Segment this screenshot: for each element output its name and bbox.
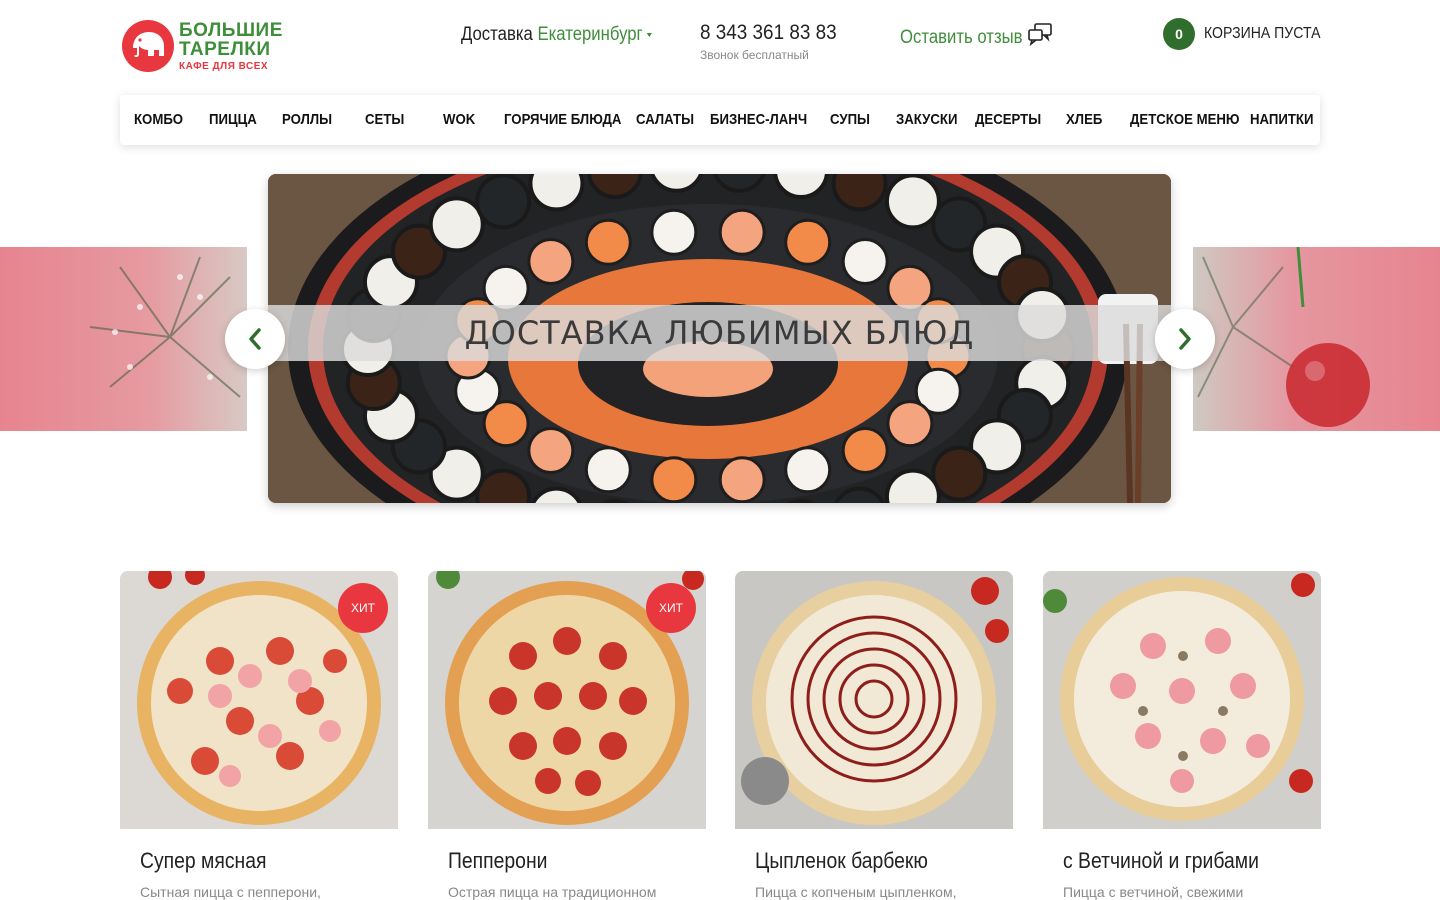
- cart-button[interactable]: 0 КОРЗИНА ПУСТА: [1163, 18, 1320, 50]
- nav-item-hot-dishes[interactable]: ГОРЯЧИЕ БЛЮДА: [504, 95, 621, 145]
- logo-title-line2: ТАРЕЛКИ: [179, 38, 271, 60]
- nav-item-soups[interactable]: СУПЫ: [830, 95, 870, 145]
- elephant-icon: [122, 20, 174, 72]
- product-description: Острая пицца на традиционном: [448, 884, 657, 900]
- delivery-city[interactable]: Екатеринбург: [537, 24, 642, 45]
- product-image[interactable]: [735, 571, 1013, 829]
- product-card[interactable]: ХИТ Супер мясная Сытная пицца с пепперон…: [120, 571, 398, 900]
- phone-block: 8 343 361 83 83 Звонок бесплатный: [700, 21, 852, 62]
- nav-item-pizza[interactable]: ПИЦЦА: [209, 95, 257, 145]
- product-name[interactable]: Супер мясная: [140, 848, 266, 874]
- product-name[interactable]: Пепперони: [448, 848, 547, 874]
- cart-count-badge: 0: [1163, 18, 1195, 50]
- delivery-label: Доставка: [461, 24, 533, 45]
- hero-slide[interactable]: ДОСТАВКА ЛЮБИМЫХ БЛЮД: [268, 174, 1171, 503]
- product-image[interactable]: [1043, 571, 1321, 829]
- product-name[interactable]: с Ветчиной и грибами: [1063, 848, 1259, 874]
- delivery-city-selector[interactable]: Доставка Екатеринбург: [461, 24, 653, 46]
- hero-banner: ДОСТАВКА ЛЮБИМЫХ БЛЮД: [268, 305, 1171, 361]
- nav-item-wok[interactable]: WOK: [443, 95, 475, 145]
- category-nav: КОМБО ПИЦЦА РОЛЛЫ СЕТЫ WOK ГОРЯЧИЕ БЛЮДА…: [120, 95, 1320, 145]
- logo-title-line1: БОЛЬШИЕ: [179, 19, 283, 41]
- nav-item-drinks[interactable]: НАПИТКИ: [1250, 95, 1313, 145]
- phone-number[interactable]: 8 343 361 83 83: [700, 21, 837, 45]
- hit-badge: ХИТ: [338, 583, 388, 633]
- cart-label: КОРЗИНА ПУСТА: [1204, 25, 1321, 42]
- product-name[interactable]: Цыпленок барбекю: [755, 848, 928, 874]
- nav-item-desserts[interactable]: ДЕСЕРТЫ: [975, 95, 1041, 145]
- product-card[interactable]: с Ветчиной и грибами Пицца с ветчиной, с…: [1043, 571, 1321, 900]
- nav-item-rolls[interactable]: РОЛЛЫ: [282, 95, 332, 145]
- nav-item-snacks[interactable]: ЗАКУСКИ: [896, 95, 957, 145]
- logo[interactable]: БОЛЬШИЕ ТАРЕЛКИ КАФЕ ДЛЯ ВСЕХ: [122, 18, 282, 74]
- hit-badge: ХИТ: [646, 583, 696, 633]
- chevron-right-icon: [1179, 328, 1191, 350]
- nav-item-bread[interactable]: ХЛЕБ: [1066, 95, 1102, 145]
- product-description: Пицца с копченым цыпленком,: [755, 884, 957, 900]
- product-card[interactable]: ХИТ Пепперони Острая пицца на традиционн…: [428, 571, 706, 900]
- logo-tagline: КАФЕ ДЛЯ ВСЕХ: [179, 60, 269, 72]
- slider-next-button[interactable]: [1155, 309, 1215, 369]
- product-image[interactable]: ХИТ: [428, 571, 706, 829]
- slider-prev-button[interactable]: [225, 309, 285, 369]
- nav-item-salads[interactable]: САЛАТЫ: [636, 95, 694, 145]
- caret-down-icon: [647, 32, 653, 37]
- hero-banner-text: ДОСТАВКА ЛЮБИМЫХ БЛЮД: [464, 314, 975, 352]
- nav-item-sets[interactable]: СЕТЫ: [365, 95, 404, 145]
- leave-review-button[interactable]: Оставить отзыв: [900, 22, 1053, 53]
- nav-item-business-lunch[interactable]: БИЗНЕС-ЛАНЧ: [710, 95, 807, 145]
- nav-item-kids-menu[interactable]: ДЕТСКОЕ МЕНЮ: [1130, 95, 1240, 145]
- chevron-left-icon: [249, 328, 261, 350]
- prev-slide-preview: [0, 247, 247, 431]
- product-image[interactable]: ХИТ: [120, 571, 398, 829]
- product-card[interactable]: Цыпленок барбекю Пицца с копченым цыплен…: [735, 571, 1013, 900]
- next-slide-preview: [1193, 246, 1440, 431]
- product-description: Сытная пицца с пепперони,: [140, 884, 321, 900]
- leave-review-label: Оставить отзыв: [900, 26, 1023, 48]
- product-description: Пицца с ветчиной, свежими: [1063, 884, 1244, 900]
- nav-item-combo[interactable]: КОМБО: [134, 95, 183, 145]
- phone-note: Звонок бесплатный: [700, 48, 809, 62]
- chat-bubbles-icon: [1027, 22, 1053, 53]
- site-header: БОЛЬШИЕ ТАРЕЛКИ КАФЕ ДЛЯ ВСЕХ Доставка Е…: [120, 14, 1320, 78]
